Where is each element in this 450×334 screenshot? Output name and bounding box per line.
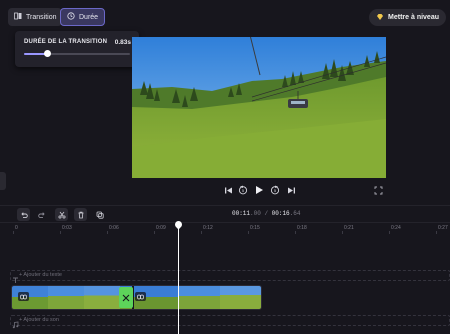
upgrade-label: Mettre à niveau [388, 14, 439, 21]
clip-link-icon[interactable] [135, 292, 146, 301]
transition-marker-icon [122, 294, 130, 301]
ruler-tick [60, 231, 61, 234]
ruler-tick [13, 231, 14, 234]
duration-label: DURÉE DE LA TRANSITION [24, 39, 108, 45]
duration-value: 0.83s [114, 39, 131, 46]
ruler-tick [154, 231, 155, 234]
ruler-tick-label: 0:21 [344, 225, 354, 231]
ruler-tick [107, 231, 108, 234]
timecode-total-frac: .64 [289, 210, 301, 217]
fullscreen-icon[interactable] [372, 184, 384, 196]
ruler-tick [389, 231, 390, 234]
tab-duree-label: Durée [79, 13, 99, 21]
ruler-tick [295, 231, 296, 234]
timecode-total: 00:16 [271, 210, 290, 217]
timecode-current: 00:11 [232, 210, 251, 217]
ruler-tick-label: 0:15 [250, 225, 260, 231]
skip-forward-icon[interactable] [285, 184, 297, 196]
ruler-tick [342, 231, 343, 234]
ruler-tick-label: 0:09 [156, 225, 166, 231]
clip-thumbnail [178, 286, 220, 309]
clip-link-icon[interactable] [18, 292, 29, 301]
redo-icon[interactable] [35, 208, 48, 221]
trash-icon[interactable] [74, 208, 87, 221]
video-preview [132, 37, 386, 178]
duration-popover: DURÉE DE LA TRANSITION 0.83s [15, 31, 139, 67]
collapse-panel-handle[interactable] [0, 172, 6, 190]
tab-transition[interactable]: Transition [8, 8, 63, 26]
rewind-5-icon[interactable]: 5 [237, 184, 249, 196]
text-track[interactable] [10, 270, 450, 281]
ruler-tick-label: 0:27 [438, 225, 448, 231]
ruler-tick-label: 0:18 [297, 225, 307, 231]
ruler-tick [436, 231, 437, 234]
tab-transition-label: Transition [26, 13, 57, 21]
audio-track[interactable] [10, 315, 450, 326]
clip-thumbnail [48, 286, 84, 309]
playhead[interactable] [178, 224, 179, 334]
preview-landscape [132, 37, 386, 178]
transition-icon [14, 12, 22, 22]
add-text-button[interactable]: + Ajouter du texte [19, 272, 62, 278]
tab-duree[interactable]: Durée [60, 8, 106, 26]
ruler-tick-label: 0:12 [203, 225, 213, 231]
forward-5-icon[interactable]: 5 [269, 184, 281, 196]
timecode-current-frac: .00 [250, 210, 261, 217]
skip-back-icon[interactable] [222, 184, 234, 196]
duplicate-icon[interactable] [93, 208, 106, 221]
add-audio-button[interactable]: + Ajouter du son [19, 317, 59, 323]
clock-icon [67, 12, 75, 22]
ruler-tick-label: 0 [15, 225, 18, 231]
svg-text:5: 5 [274, 188, 277, 193]
ruler-tick [201, 231, 202, 234]
timecode-separator: / [264, 210, 269, 217]
play-icon[interactable] [253, 184, 265, 196]
transition-marker[interactable] [119, 287, 133, 308]
ruler-tick [248, 231, 249, 234]
ruler-tick-label: 0:03 [62, 225, 72, 231]
svg-text:5: 5 [242, 188, 245, 193]
scissors-icon[interactable] [55, 208, 68, 221]
diamond-icon [376, 13, 384, 23]
ruler-tick-label: 0:24 [391, 225, 401, 231]
ruler-tick-label: 0:06 [109, 225, 119, 231]
undo-icon[interactable] [17, 208, 30, 221]
duration-slider-thumb[interactable] [43, 50, 51, 57]
clip-thumbnail [84, 286, 120, 309]
clip-thumbnail [220, 286, 261, 309]
music-note-icon [12, 316, 19, 334]
timecode: 00:11.00 / 00:16.64 [232, 210, 300, 217]
upgrade-button[interactable]: Mettre à niveau [369, 9, 446, 26]
